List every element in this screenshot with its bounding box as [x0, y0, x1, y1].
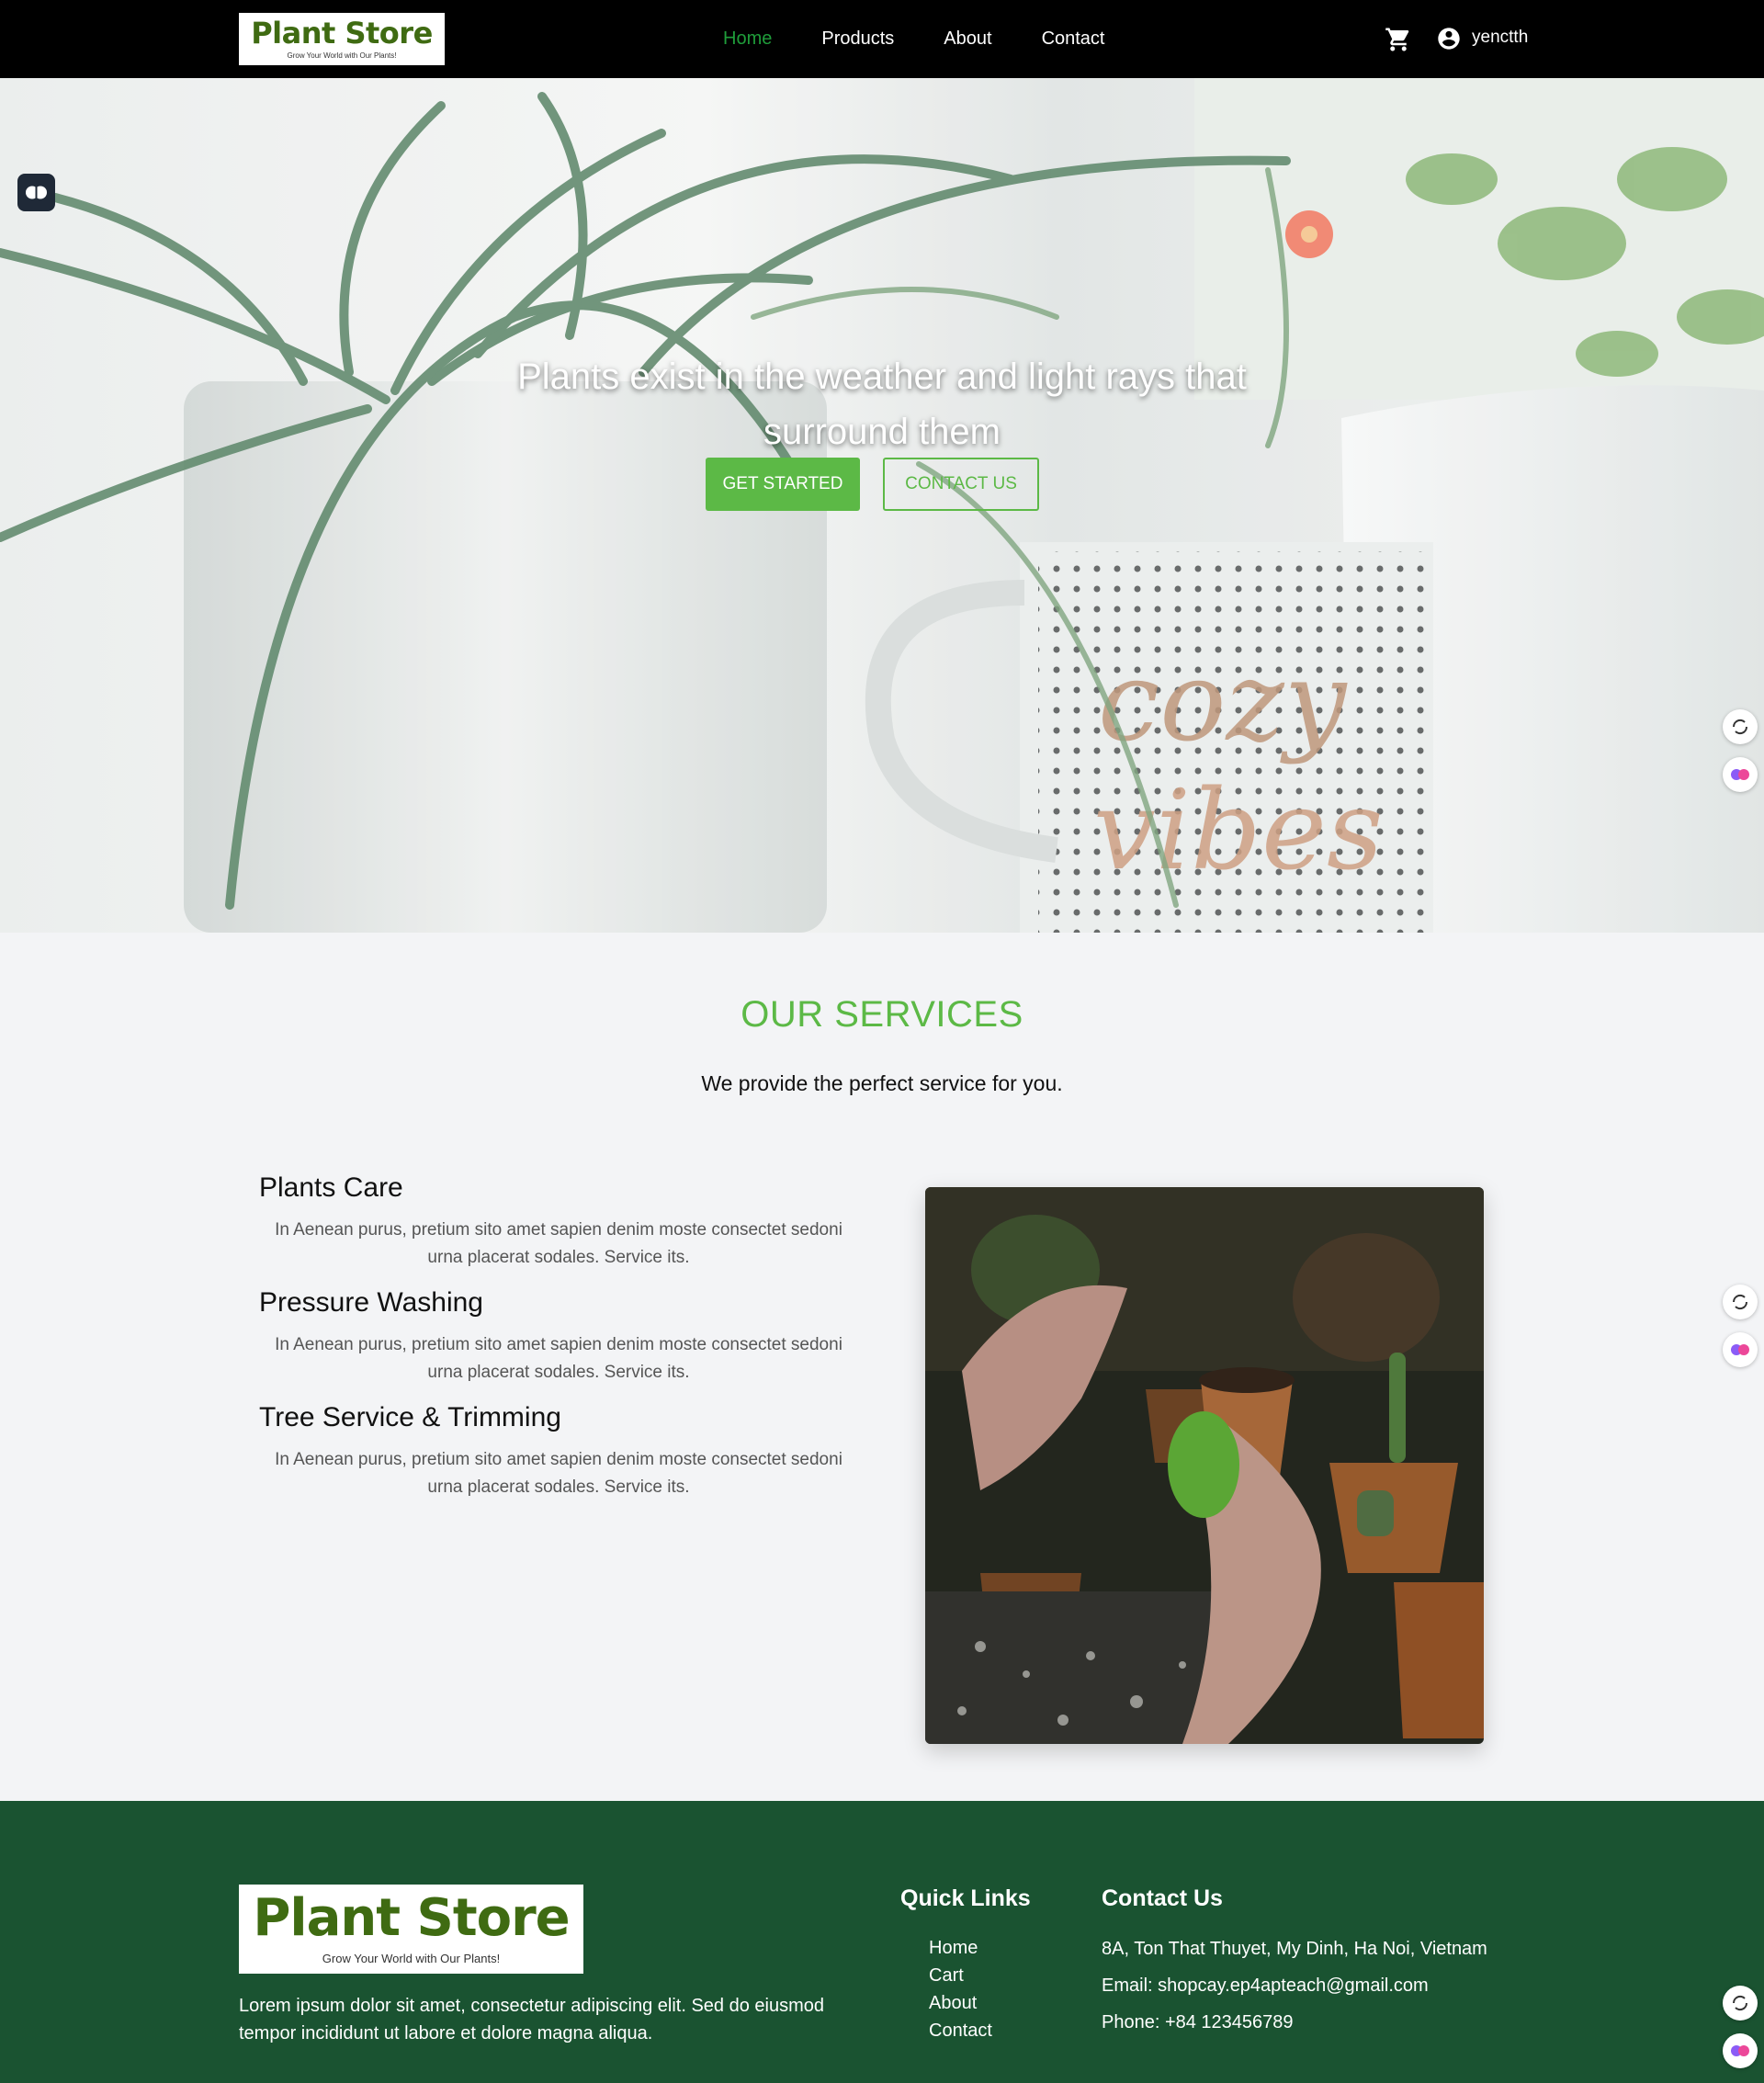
user-circle-icon[interactable]	[1436, 26, 1462, 51]
translate-tool-button[interactable]	[1723, 1285, 1758, 1319]
quick-links-list: Home Cart About Contact	[929, 1934, 992, 2044]
get-started-button[interactable]: GET STARTED	[706, 458, 860, 511]
nav-link-home[interactable]: Home	[723, 28, 772, 50]
nav-link-products[interactable]: Products	[821, 28, 894, 50]
translate-tool-button[interactable]	[1723, 709, 1758, 744]
contact-us-button[interactable]: CONTACT US	[883, 458, 1039, 511]
logo[interactable]: Plant Store Grow Your World with Our Pla…	[239, 13, 445, 65]
service-title: Pressure Washing	[259, 1287, 483, 1318]
service-item: Plants Care In Aenean purus, pretium sit…	[259, 1172, 858, 1272]
username[interactable]: yenctth	[1472, 28, 1528, 48]
service-title: Plants Care	[259, 1172, 403, 1203]
footer-description: Lorem ipsum dolor sit amet, consectetur …	[239, 1996, 824, 2043]
nav-link-contact[interactable]: Contact	[1042, 28, 1105, 50]
brain-icon	[1731, 769, 1749, 780]
cart-icon[interactable]	[1385, 26, 1412, 53]
refresh-icon	[1732, 719, 1748, 735]
service-title: Tree Service & Trimming	[259, 1402, 561, 1432]
footer-link-about[interactable]: About	[929, 1989, 992, 2017]
contact-phone: Phone: +84 123456789	[1102, 2012, 1294, 2032]
nav-link-about[interactable]: About	[944, 28, 991, 50]
ai-tool-button[interactable]	[1723, 2033, 1758, 2068]
refresh-icon	[1732, 1995, 1748, 2011]
service-item: Pressure Washing In Aenean purus, pretiu…	[259, 1287, 858, 1387]
brain-icon	[1731, 1344, 1749, 1355]
brain-icon	[26, 186, 47, 199]
logo-title: Plant Store	[251, 16, 433, 51]
service-description: In Aenean purus, pretium sito amet sapie…	[275, 1220, 842, 1267]
translate-tool-button[interactable]	[1723, 1986, 1758, 2021]
refresh-icon	[1732, 1294, 1748, 1310]
footer-logo-tagline: Grow Your World with Our Plants!	[322, 1952, 501, 1965]
hero-banner: cozy vibes Plants exist in the weather a…	[0, 78, 1764, 933]
brain-extension-button[interactable]	[17, 174, 55, 211]
service-item: Tree Service & Trimming In Aenean purus,…	[259, 1402, 858, 1501]
ai-tool-button[interactable]	[1723, 1332, 1758, 1367]
service-description: In Aenean purus, pretium sito amet sapie…	[275, 1335, 842, 1382]
footer-link-contact[interactable]: Contact	[929, 2017, 992, 2044]
ai-tool-button[interactable]	[1723, 757, 1758, 792]
hero-title: Plants exist in the weather and light ra…	[517, 357, 1247, 452]
service-description: In Aenean purus, pretium sito amet sapie…	[275, 1450, 842, 1497]
services-heading: OUR SERVICES	[741, 994, 1023, 1035]
contact-email: Email: shopcay.ep4apteach@gmail.com	[1102, 1975, 1429, 1996]
contact-address: 8A, Ton That Thuyet, My Dinh, Ha Noi, Vi…	[1102, 1939, 1487, 1959]
contact-us-title: Contact Us	[1102, 1885, 1223, 1911]
services-subtitle: We provide the perfect service for you.	[701, 1071, 1063, 1095]
footer-logo[interactable]: Plant Store Grow Your World with Our Pla…	[239, 1885, 583, 1974]
nav-links: Home Products About Contact	[698, 0, 1130, 78]
hero-background-image: cozy vibes	[0, 78, 1764, 933]
logo-tagline: Grow Your World with Our Plants!	[287, 51, 397, 60]
footer-logo-title: Plant Store	[253, 1888, 570, 1948]
navbar: Plant Store Grow Your World with Our Pla…	[0, 0, 1764, 78]
quick-links-title: Quick Links	[900, 1885, 1031, 1911]
services-image	[925, 1187, 1484, 1744]
footer-link-cart[interactable]: Cart	[929, 1962, 992, 1989]
footer-link-home[interactable]: Home	[929, 1934, 992, 1962]
brain-icon	[1731, 2045, 1749, 2056]
